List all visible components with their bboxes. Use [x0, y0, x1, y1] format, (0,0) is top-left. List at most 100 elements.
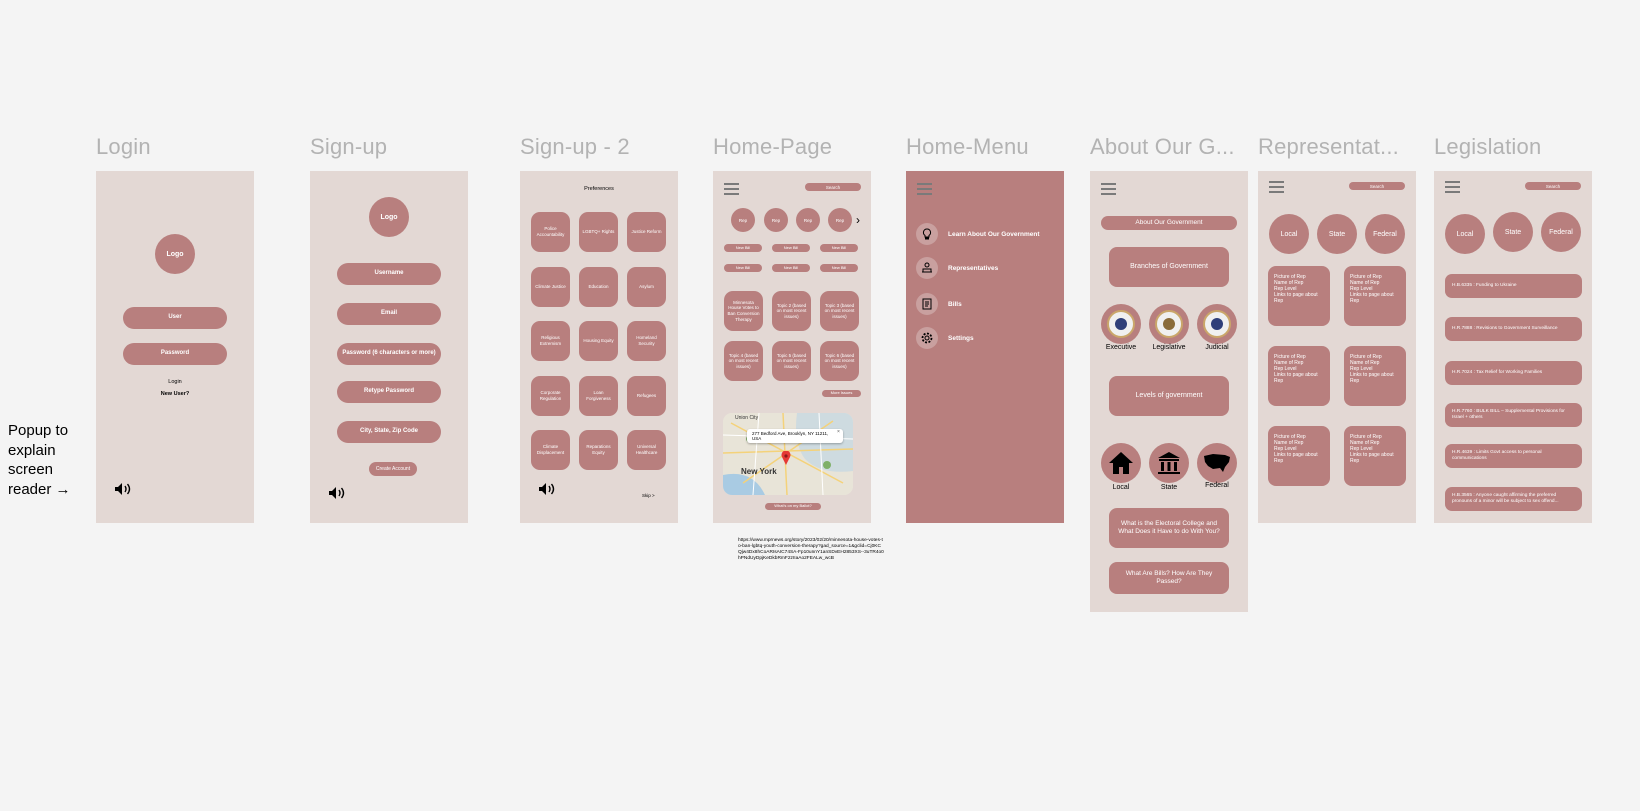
bill-item[interactable]: H.R.7760 : BULK BILL – Supplemental Prov… [1445, 403, 1582, 427]
logo: Logo [369, 197, 409, 237]
username-field[interactable]: Username [337, 263, 441, 285]
new-user-link[interactable]: New User? [96, 391, 254, 397]
menu-item-label: Representatives [948, 264, 999, 272]
hamburger-menu-icon[interactable] [1445, 181, 1460, 196]
email-field[interactable]: Email [337, 303, 441, 325]
search-bar[interactable]: Search [1525, 182, 1581, 190]
menu-frame: Learn About Our Government Representativ… [906, 171, 1064, 523]
speaker-icon[interactable] [114, 482, 132, 496]
level-state-button[interactable]: State [1317, 214, 1357, 254]
chevron-right-icon[interactable]: › [856, 214, 860, 226]
menu-item-representatives[interactable]: Representatives [916, 257, 998, 279]
new-bill-button[interactable]: New Bill [772, 244, 810, 252]
level-state-button[interactable]: State [1493, 212, 1533, 252]
preference-tile[interactable]: Housing Equity [579, 321, 618, 361]
password-field[interactable]: Password [123, 343, 227, 365]
rep-bubble[interactable]: Rep [796, 208, 820, 232]
topic-tile[interactable]: Minnesota House Votes to Ban Conversion … [724, 291, 763, 331]
federal-label: Federal [1205, 482, 1229, 489]
preference-tile[interactable]: LGBTQ+ Rights [579, 212, 618, 252]
hamburger-menu-icon[interactable] [917, 183, 932, 198]
preference-tile[interactable]: Corporate Regulation [531, 375, 570, 416]
location-field[interactable]: City, State, Zip Code [337, 421, 441, 443]
topic-tile[interactable]: Topic 5 (based on most recent issues) [772, 341, 811, 381]
level-local-button[interactable]: Local [1269, 214, 1309, 254]
preference-tile[interactable]: Police Accountability [531, 212, 570, 252]
frame-title-legislation: Legislation [1434, 134, 1542, 159]
password-field[interactable]: Password (6 characters or more) [337, 343, 441, 365]
rep-bubble[interactable]: Rep [828, 208, 852, 232]
menu-item-learn[interactable]: Learn About Our Government [916, 223, 1040, 245]
branches-button[interactable]: Branches of Government [1109, 247, 1229, 287]
new-bill-button[interactable]: New Bill [724, 244, 762, 252]
rep-card[interactable]: Picture of Rep Name of Rep Rep Level Lin… [1268, 266, 1330, 326]
search-bar[interactable]: Search [805, 183, 861, 191]
rep-card[interactable]: Picture of Rep Name of Rep Rep Level Lin… [1344, 346, 1406, 406]
speaker-icon[interactable] [538, 482, 556, 496]
topic-tile[interactable]: Topic 2 (based on most recent issues) [772, 291, 811, 331]
search-bar[interactable]: Search [1349, 182, 1405, 190]
preference-tile[interactable]: Homeland Security [627, 321, 666, 361]
house-icon[interactable] [1101, 443, 1141, 483]
preference-tile[interactable]: Climate Justice [531, 266, 570, 307]
bill-item[interactable]: H.B.6335 : Funding to Ukraine [1445, 274, 1582, 298]
rep-bubble[interactable]: Rep [764, 208, 788, 232]
level-local-button[interactable]: Local [1445, 214, 1485, 254]
ballot-button[interactable]: What's on my Ballot? [765, 503, 821, 510]
usa-map-icon[interactable] [1197, 443, 1237, 483]
executive-seal-icon[interactable] [1101, 304, 1141, 344]
topic-tile[interactable]: Topic 6 (based on most recent issues) [820, 341, 859, 381]
preference-tile[interactable]: Reparations Equity [579, 430, 618, 470]
level-federal-button[interactable]: Federal [1541, 212, 1581, 252]
new-bill-button[interactable]: New Bill [724, 264, 762, 272]
map-widget[interactable]: Union City 277 Bedford Ave, Brooklyn, NY… [723, 413, 853, 495]
preference-tile[interactable]: Universal Healthcare [627, 430, 666, 470]
create-account-button[interactable]: Create Account [369, 462, 417, 476]
preference-tile[interactable]: Education [579, 266, 618, 307]
lightbulb-icon [916, 223, 938, 245]
topic-tile[interactable]: Topic 3 (based on most recent issues) [820, 291, 859, 331]
menu-item-bills[interactable]: Bills [916, 293, 962, 315]
new-bill-button[interactable]: New Bill [772, 264, 810, 272]
skip-link[interactable]: Skip > [642, 493, 655, 498]
close-icon[interactable]: × [837, 429, 840, 435]
judicial-seal-icon[interactable] [1197, 304, 1237, 344]
rep-card[interactable]: Picture of Rep Name of Rep Rep Level Lin… [1268, 346, 1330, 406]
bills-explainer-button[interactable]: What Are Bills? How Are They Passed? [1109, 562, 1229, 594]
rep-bubble[interactable]: Rep [731, 208, 755, 232]
topic-tile[interactable]: Topic 4 (based on most recent issues) [724, 341, 763, 381]
preference-tile[interactable]: Loan Forgiveness [579, 375, 618, 416]
hamburger-menu-icon[interactable] [1269, 181, 1284, 196]
popup-note: Popup to explain screen reader → [8, 422, 71, 498]
rep-card[interactable]: Picture of Rep Name of Rep Rep Level Lin… [1344, 426, 1406, 486]
frame-title-reps: Representat... [1258, 134, 1399, 159]
login-link[interactable]: Login [96, 379, 254, 385]
preference-tile[interactable]: Refugees [627, 375, 666, 416]
speaker-icon[interactable] [328, 486, 346, 500]
hamburger-menu-icon[interactable] [1101, 183, 1116, 198]
new-bill-button[interactable]: New Bill [820, 244, 858, 252]
legislative-seal-icon[interactable] [1149, 304, 1189, 344]
source-url-note: https://www.mprnews.org/story/2023/02/20… [738, 538, 884, 561]
electoral-college-button[interactable]: What is the Electoral College and What D… [1109, 508, 1229, 548]
preference-tile[interactable]: Justice Reform [627, 212, 666, 252]
hamburger-menu-icon[interactable] [724, 183, 739, 198]
preference-tile[interactable]: Asylum [627, 266, 666, 307]
levels-button[interactable]: Levels of government [1109, 376, 1229, 416]
preference-tile[interactable]: Climate Displacement [531, 430, 570, 470]
bill-item[interactable]: H.B.3565 : Anyone caught affirming the p… [1445, 487, 1582, 511]
capitol-building-icon[interactable] [1149, 443, 1189, 483]
rep-card[interactable]: Picture of Rep Name of Rep Rep Level Lin… [1268, 426, 1330, 486]
user-field[interactable]: User [123, 307, 227, 329]
bill-item[interactable]: H.R.4639 : Limits Govt access to persona… [1445, 444, 1582, 468]
level-federal-button[interactable]: Federal [1365, 214, 1405, 254]
bill-item[interactable]: H.R.7024 : Tax Relief for Working Famili… [1445, 361, 1582, 385]
retype-password-field[interactable]: Retype Password [337, 381, 441, 403]
menu-item-settings[interactable]: Settings [916, 327, 974, 349]
bill-item[interactable]: H.R.7888 : Revisions to Government Surve… [1445, 317, 1582, 341]
preference-tile[interactable]: Religious Extremism [531, 321, 570, 361]
state-label: State [1160, 484, 1178, 491]
more-issues-button[interactable]: More Issues [822, 390, 861, 397]
new-bill-button[interactable]: New Bill [820, 264, 858, 272]
rep-card[interactable]: Picture of Rep Name of Rep Rep Level Lin… [1344, 266, 1406, 326]
